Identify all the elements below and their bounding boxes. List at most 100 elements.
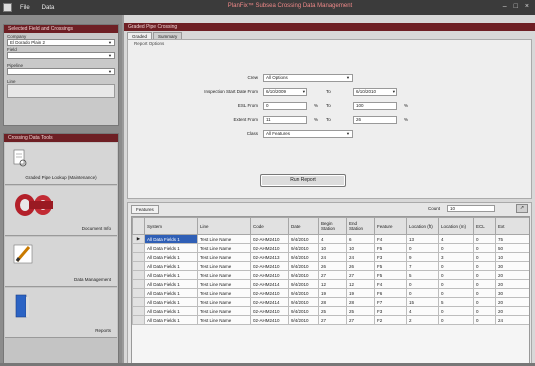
row-indicator[interactable] [132, 279, 145, 289]
table-cell[interactable]: 75 [495, 234, 529, 244]
row-indicator[interactable] [132, 243, 145, 253]
table-cell[interactable]: 24 [346, 252, 375, 262]
table-cell[interactable]: 4 [438, 234, 474, 244]
table-cell[interactable]: 9/4/2010 [288, 270, 319, 280]
row-indicator[interactable] [132, 252, 145, 262]
table-cell[interactable]: 0 [473, 261, 496, 271]
pipeline-dropdown[interactable]: ▼ [7, 68, 115, 75]
table-cell[interactable]: 9/4/2010 [288, 279, 319, 289]
table-cell[interactable]: 0 [406, 279, 439, 289]
tab-summary[interactable]: Summary [153, 32, 183, 39]
table-cell[interactable]: 13 [406, 234, 439, 244]
table-cell[interactable]: 9/4/2010 [288, 306, 319, 316]
table-cell[interactable]: 9/4/2010 [288, 261, 319, 271]
table-cell[interactable]: 26 [318, 261, 347, 271]
table-cell[interactable]: F4 [374, 279, 407, 289]
table-row[interactable]: All Data Fields 1 Test Line Name 02-AHM241… [132, 297, 529, 307]
table-cell[interactable]: 02-AHM2410 [250, 243, 289, 253]
table-cell[interactable]: 19 [346, 288, 375, 298]
menu-file[interactable]: File [20, 5, 30, 11]
table-cell[interactable]: 20 [495, 297, 529, 307]
table-cell[interactable]: 9/4/2010 [288, 252, 319, 262]
table-cell[interactable]: 2 [406, 315, 439, 325]
table-cell[interactable]: 0 [473, 306, 496, 316]
tab-features[interactable]: Features [131, 205, 159, 214]
table-cell[interactable]: 20 [495, 279, 529, 289]
close-icon[interactable]: × [525, 3, 529, 11]
col-header-end-station[interactable]: End Station [346, 217, 375, 235]
table-cell[interactable]: F3 [374, 252, 407, 262]
extent-to-input[interactable]: 26 [353, 116, 397, 124]
table-cell[interactable]: 02-AHM2414 [250, 279, 289, 289]
col-header-ecl[interactable]: ECL [473, 217, 496, 235]
line-list[interactable] [7, 84, 115, 98]
company-dropdown[interactable]: El Dorado Plain 2 ▼ [7, 39, 115, 46]
table-cell[interactable]: 0 [438, 270, 474, 280]
row-indicator[interactable] [132, 261, 145, 271]
table-cell[interactable]: 20 [495, 270, 529, 280]
table-cell[interactable]: 3 [438, 252, 474, 262]
table-cell[interactable]: 24 [495, 315, 529, 325]
table-cell[interactable]: 0 [438, 315, 474, 325]
table-row[interactable]: All Data Fields 1 Test Line Name 02-AHM241… [132, 261, 529, 271]
tool-document-info[interactable]: Document Info [5, 186, 117, 236]
table-cell[interactable]: Test Line Name [197, 270, 251, 280]
table-cell[interactable]: Test Line Name [197, 297, 251, 307]
table-cell[interactable]: 0 [473, 243, 496, 253]
row-pointer-icon[interactable]: ▶ [132, 234, 145, 244]
table-cell[interactable]: All Data Fields 1 [144, 234, 198, 244]
table-cell[interactable]: 19 [318, 288, 347, 298]
table-cell[interactable]: 0 [473, 252, 496, 262]
table-cell[interactable]: Test Line Name [197, 243, 251, 253]
table-cell[interactable]: 24 [318, 252, 347, 262]
table-cell[interactable]: All Data Fields 1 [144, 270, 198, 280]
table-cell[interactable]: All Data Fields 1 [144, 252, 198, 262]
table-cell[interactable]: 27 [346, 315, 375, 325]
table-cell[interactable]: 9/4/2010 [288, 288, 319, 298]
table-cell[interactable]: 26 [346, 261, 375, 271]
table-cell[interactable]: 6 [346, 234, 375, 244]
table-cell[interactable]: 4 [318, 234, 347, 244]
table-cell[interactable]: 02-AHM2410 [250, 306, 289, 316]
table-cell[interactable]: 9 [406, 252, 439, 262]
table-row[interactable]: All Data Fields 1 Test Line Name 02-AHM241… [132, 279, 529, 289]
minimize-icon[interactable]: – [503, 3, 507, 11]
table-cell[interactable]: All Data Fields 1 [144, 306, 198, 316]
field-dropdown[interactable]: ▼ [7, 52, 115, 59]
table-cell[interactable]: 02-AHM2410 [250, 234, 289, 244]
table-cell[interactable]: 02-AHM2414 [250, 297, 289, 307]
esl-to-input[interactable]: 100 [353, 102, 397, 110]
table-cell[interactable]: 27 [318, 315, 347, 325]
row-indicator[interactable] [132, 315, 145, 325]
export-icon[interactable]: ↗ [516, 204, 528, 213]
table-row[interactable]: All Data Fields 1 Test Line Name 02-AHM241… [132, 306, 529, 316]
table-row[interactable]: All Data Fields 1 Test Line Name 02-AHM241… [132, 252, 529, 262]
col-header-location-m[interactable]: Location (m) [438, 217, 474, 235]
table-cell[interactable]: 9/4/2010 [288, 243, 319, 253]
tool-reports[interactable]: Reports [5, 288, 117, 338]
col-header-location-ft[interactable]: Location (ft) [406, 217, 439, 235]
table-cell[interactable]: 10 [318, 243, 347, 253]
crew-dropdown[interactable]: All Options ▼ [263, 74, 353, 82]
table-cell[interactable]: 0 [438, 243, 474, 253]
table-cell[interactable]: Test Line Name [197, 279, 251, 289]
table-cell[interactable]: 0 [473, 234, 496, 244]
run-report-button[interactable]: Run Report [260, 174, 346, 187]
table-cell[interactable]: All Data Fields 1 [144, 279, 198, 289]
table-cell[interactable]: All Data Fields 1 [144, 261, 198, 271]
table-cell[interactable]: 7 [406, 261, 439, 271]
table-row[interactable]: All Data Fields 1 Test Line Name 02-AHM241… [132, 270, 529, 280]
table-row[interactable]: ▶ All Data Fields 1 Test Line Name 02-AHM24… [132, 234, 529, 244]
table-cell[interactable]: 27 [346, 270, 375, 280]
table-cell[interactable]: 0 [438, 279, 474, 289]
table-cell[interactable]: All Data Fields 1 [144, 288, 198, 298]
table-cell[interactable]: 12 [318, 279, 347, 289]
table-cell[interactable]: 9/4/2010 [288, 315, 319, 325]
table-cell[interactable]: 12 [346, 279, 375, 289]
table-cell[interactable]: 0 [406, 243, 439, 253]
table-cell[interactable]: Test Line Name [197, 288, 251, 298]
table-cell[interactable]: 10 [495, 252, 529, 262]
table-cell[interactable]: 02-AHM2410 [250, 288, 289, 298]
table-cell[interactable]: 5 [438, 297, 474, 307]
table-cell[interactable]: Test Line Name [197, 261, 251, 271]
